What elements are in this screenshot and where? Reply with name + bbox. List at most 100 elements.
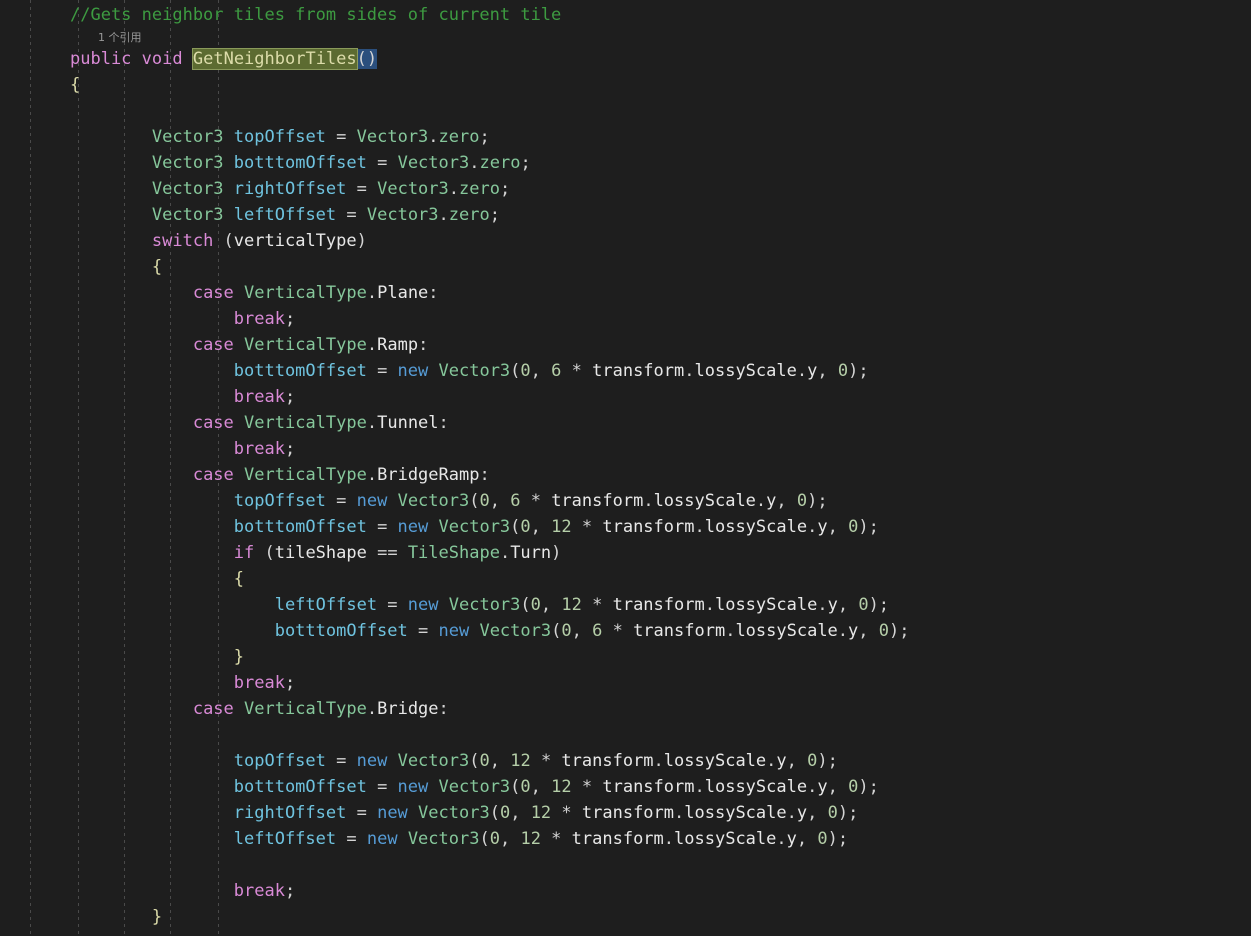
code-line[interactable]: break; <box>70 306 1251 332</box>
code-line[interactable]: Vector3 topOffset = Vector3.zero; <box>70 124 1251 150</box>
token-mem: Ramp <box>377 335 419 355</box>
code-line[interactable]: botttomOffset = new Vector3(0, 6 * trans… <box>70 618 1251 644</box>
selection-parentheses[interactable]: () <box>356 49 378 69</box>
code-line[interactable]: case VerticalType.Bridge: <box>70 696 1251 722</box>
token-pun <box>428 777 438 797</box>
code-line[interactable]: } <box>70 644 1251 670</box>
code-line[interactable]: break; <box>70 384 1251 410</box>
token-mem: y <box>817 517 828 537</box>
keyword-token: new <box>366 829 398 849</box>
token-pun: * <box>561 361 593 381</box>
variable-token: topOffset <box>233 127 326 147</box>
code-line[interactable]: { <box>70 72 1251 98</box>
number-token: 0 <box>848 777 859 797</box>
token-pun: . <box>438 205 449 225</box>
code-line[interactable]: Vector3 botttomOffset = Vector3.zero; <box>70 150 1251 176</box>
code-editor[interactable]: //Gets neighbor tiles from sides of curr… <box>0 0 1251 936</box>
codelens-references[interactable]: 1 个引用 <box>70 29 1251 46</box>
type-token: Vector3 <box>151 179 224 199</box>
token-pun: ; <box>284 881 296 901</box>
code-line[interactable]: //Gets neighbor tiles from sides of curr… <box>70 2 1251 29</box>
variable-token: botttomOffset <box>274 621 408 641</box>
code-line[interactable]: break; <box>70 436 1251 462</box>
code-line[interactable]: case VerticalType.BridgeRamp: <box>70 462 1251 488</box>
token-pun: . <box>469 153 480 173</box>
token-mem: transform <box>561 751 654 771</box>
token-mem: lossyScale <box>684 803 787 823</box>
brace-token: { <box>233 569 245 589</box>
code-line[interactable]: { <box>70 566 1251 592</box>
code-line[interactable]: rightOffset = new Vector3(0, 12 * transf… <box>70 800 1251 826</box>
number-token: 0 <box>858 595 869 615</box>
code-line[interactable]: botttomOffset = new Vector3(0, 12 * tran… <box>70 774 1251 800</box>
keyword-token: break <box>233 439 285 459</box>
token-pun: , <box>827 517 849 537</box>
token-pun: * <box>551 803 582 823</box>
number-token: 12 <box>551 517 572 537</box>
code-line[interactable]: topOffset = new Vector3(0, 12 * transfor… <box>70 748 1251 774</box>
code-line[interactable]: public void GetNeighborTiles() <box>70 46 1251 72</box>
token-pun <box>224 205 234 225</box>
token-pun: * <box>530 751 562 771</box>
token-pun: . <box>366 465 378 485</box>
number-token: 0 <box>796 491 808 511</box>
token-pun <box>224 127 234 147</box>
code-line[interactable]: case VerticalType.Tunnel: <box>70 410 1251 436</box>
code-line[interactable]: { <box>70 254 1251 280</box>
token-pun: ; <box>284 387 296 407</box>
token-pun <box>234 283 244 303</box>
code-line[interactable]: leftOffset = new Vector3(0, 12 * transfo… <box>70 826 1251 852</box>
variable-token: botttomOffset <box>233 361 367 381</box>
code-line[interactable]: switch (verticalType) <box>70 228 1251 254</box>
token-mem: y <box>786 829 797 849</box>
code-line[interactable]: botttomOffset = new Vector3(0, 6 * trans… <box>70 358 1251 384</box>
code-line[interactable]: Vector3 leftOffset = Vector3.zero; <box>70 202 1251 228</box>
code-line[interactable]: case VerticalType.Ramp: <box>70 332 1251 358</box>
token-pun: : <box>479 465 490 485</box>
token-pun: , <box>489 491 511 511</box>
code-line[interactable] <box>70 98 1251 124</box>
token-pun: ; <box>284 673 296 693</box>
token-pun: . <box>796 361 808 381</box>
number-token: 6 <box>551 361 562 381</box>
keyword-token: if <box>233 543 255 563</box>
codelens-label[interactable]: 1 个引用 <box>98 31 142 44</box>
token-pun: . <box>694 517 705 537</box>
variable-token: botttomOffset <box>233 153 367 173</box>
code-line[interactable] <box>70 722 1251 748</box>
type-token: zero <box>438 127 480 147</box>
code-line[interactable]: Vector3 rightOffset = Vector3.zero; <box>70 176 1251 202</box>
code-content[interactable]: //Gets neighbor tiles from sides of curr… <box>0 0 1251 930</box>
token-pun: ); <box>858 777 879 797</box>
code-line[interactable] <box>70 852 1251 878</box>
code-line[interactable]: botttomOffset = new Vector3(0, 12 * tran… <box>70 514 1251 540</box>
type-token: TileShape <box>407 543 500 563</box>
token-pun: , <box>571 621 593 641</box>
type-token: Vector3 <box>438 777 511 797</box>
token-pun: ( <box>510 517 521 537</box>
keyword-token: new <box>356 751 388 771</box>
token-pun: ); <box>837 803 859 823</box>
code-line[interactable]: } <box>70 904 1251 930</box>
code-line[interactable]: break; <box>70 670 1251 696</box>
token-pun: = <box>325 491 357 511</box>
keyword-token: break <box>233 387 285 407</box>
code-line[interactable]: case VerticalType.Plane: <box>70 280 1251 306</box>
method-name-highlight[interactable]: GetNeighborTiles <box>191 48 358 70</box>
type-token: Vector3 <box>397 751 470 771</box>
code-line[interactable]: break; <box>70 878 1251 904</box>
type-token: zero <box>448 205 490 225</box>
code-line[interactable]: leftOffset = new Vector3(0, 12 * transfo… <box>70 592 1251 618</box>
token-pun: . <box>663 829 675 849</box>
code-line[interactable]: if (tileShape == TileShape.Turn) <box>70 540 1251 566</box>
number-token: 0 <box>837 361 849 381</box>
code-line[interactable]: topOffset = new Vector3(0, 6 * transform… <box>70 488 1251 514</box>
token-pun: . <box>366 699 378 719</box>
